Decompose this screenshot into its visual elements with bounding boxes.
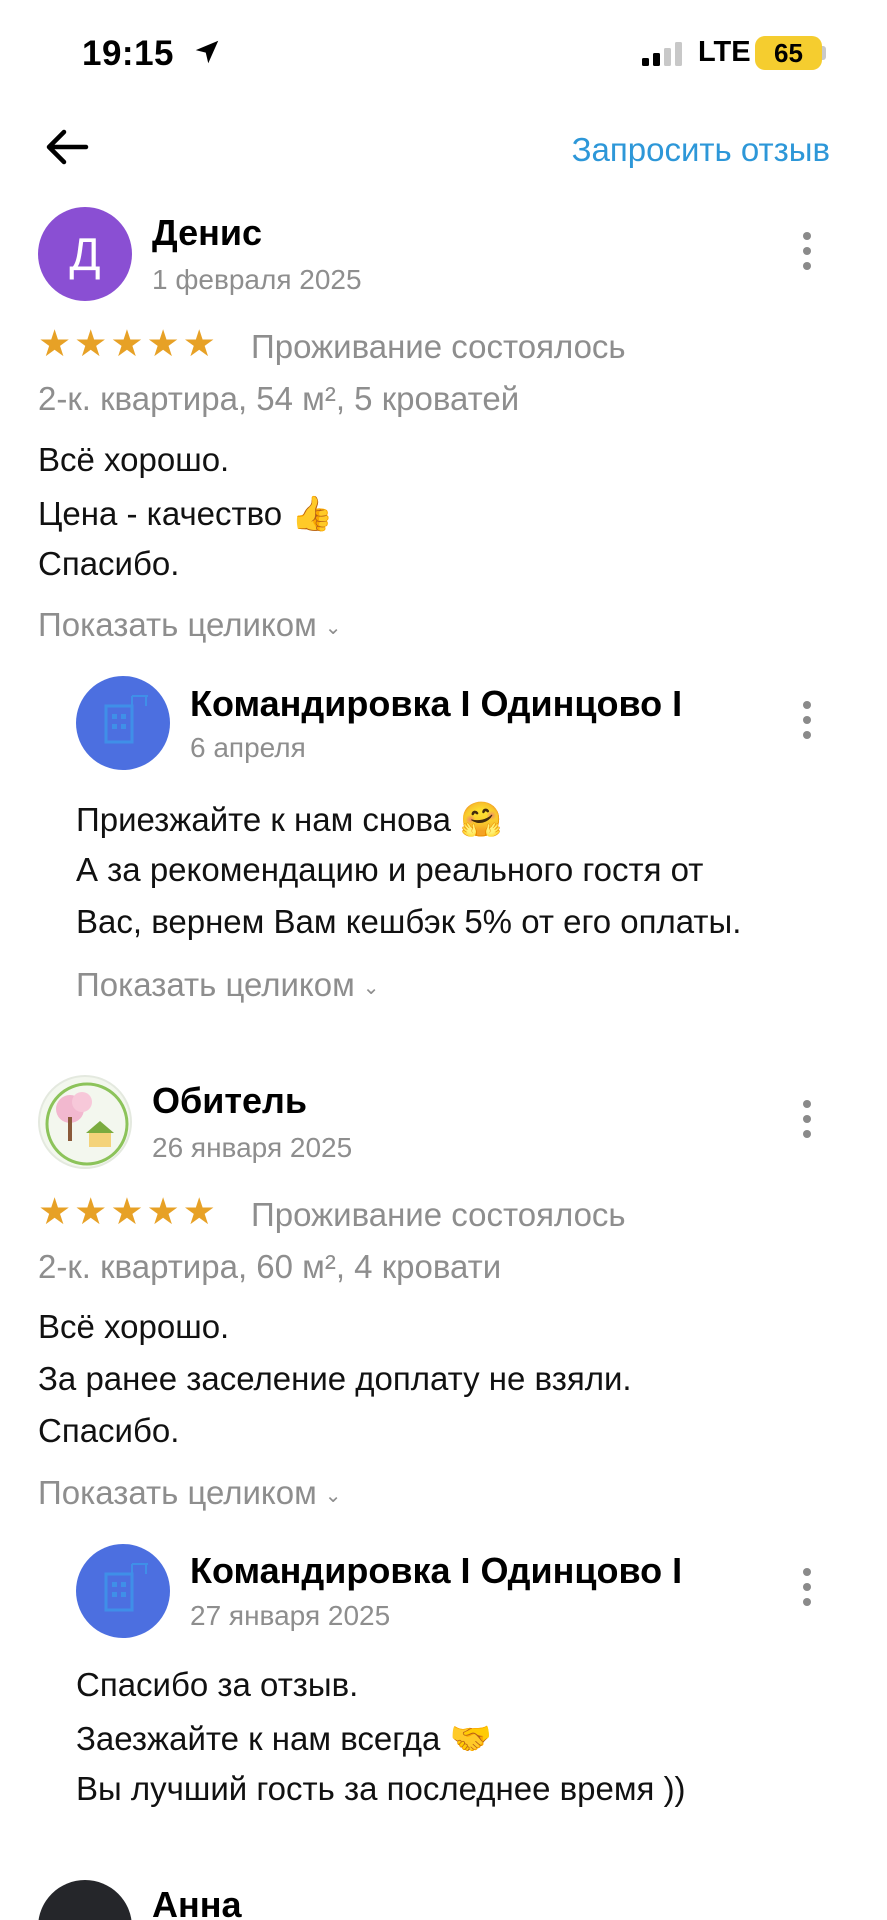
stay-status: Проживание состоялось (251, 328, 626, 365)
show-full-button[interactable]: Показать целиком ⌄ (38, 1474, 342, 1512)
chevron-down-icon: ⌄ (324, 1484, 342, 1507)
handshake-icon: 🤝 (449, 1720, 492, 1758)
signal-icon (642, 42, 682, 66)
review-text-line: Спасибо. (38, 545, 180, 582)
review-date: 1 февраля 2025 (152, 264, 362, 295)
more-options-icon[interactable] (795, 228, 819, 280)
request-review-link[interactable]: Запросить отзыв (572, 131, 830, 169)
review-text-line: Спасибо. (38, 1412, 180, 1449)
status-bar: 19:15 LTE 65 (0, 0, 887, 105)
show-full-label: Показать целиком (38, 1474, 317, 1511)
review-text-line: Всё хорошо. (38, 441, 230, 478)
status-time: 19:15 (82, 34, 175, 73)
review-text-line: Цена - качество 👍 (38, 494, 334, 534)
rating-stars: ★★★★★ (38, 1191, 219, 1232)
review-author[interactable]: Обитель (152, 1080, 307, 1122)
show-full-label: Показать целиком (76, 966, 355, 1003)
review-author[interactable]: Денис (152, 212, 262, 254)
apartment-info: 2-к. квартира, 60 м², 4 кровати (38, 1248, 502, 1285)
reply-text-line: Спасибо за отзыв. (76, 1666, 359, 1703)
location-arrow-icon (195, 40, 219, 64)
company-avatar[interactable] (76, 676, 170, 770)
review-text: Цена - качество (38, 495, 283, 532)
reply-text: Приезжайте к нам снова (76, 801, 452, 838)
review-author[interactable]: Анна (152, 1884, 242, 1920)
reply-text-line: Приезжайте к нам снова 🤗 (76, 800, 503, 840)
reply-date: 6 апреля (190, 732, 306, 763)
show-full-button[interactable]: Показать целиком ⌄ (38, 606, 342, 644)
reply-text-line: Заезжайте к нам всегда 🤝 (76, 1719, 492, 1759)
company-avatar[interactable] (76, 1544, 170, 1638)
more-options-icon[interactable] (795, 697, 819, 749)
reply-text: Заезжайте к нам всегда (76, 1720, 441, 1757)
battery-indicator: 65 (755, 36, 822, 70)
hugging-face-icon: 🤗 (460, 801, 503, 839)
review-date: 26 января 2025 (152, 1132, 353, 1163)
more-options-icon[interactable] (795, 1564, 819, 1616)
stay-status: Проживание состоялось (251, 1196, 626, 1233)
reply-text-line: А за рекомендацию и реального гостя от (76, 851, 704, 888)
battery-tip (822, 46, 826, 60)
avatar[interactable] (38, 1075, 132, 1169)
avatar-letter: Д (69, 228, 101, 280)
reply-date: 27 января 2025 (190, 1600, 391, 1631)
reply-text-line: Вы лучший гость за последнее время )) (76, 1770, 686, 1807)
thumbs-up-icon: 👍 (291, 495, 334, 533)
back-arrow-icon[interactable] (42, 122, 92, 172)
reply-text-line: Вас, вернем Вам кешбэк 5% от его оплаты. (76, 903, 742, 940)
network-type: LTE (698, 36, 751, 68)
building-icon (104, 695, 148, 744)
avatar[interactable] (38, 1880, 132, 1920)
chevron-down-icon: ⌄ (362, 976, 380, 999)
review-text-line: Всё хорошо. (38, 1308, 230, 1345)
reply-author[interactable]: Командировка I Одинцово I (190, 683, 682, 725)
more-options-icon[interactable] (795, 1096, 819, 1148)
show-full-label: Показать целиком (38, 606, 317, 643)
chevron-down-icon: ⌄ (324, 616, 342, 639)
show-full-button[interactable]: Показать целиком ⌄ (76, 966, 380, 1004)
avatar[interactable]: Д (38, 207, 132, 301)
house-blossom-icon (45, 1082, 129, 1166)
rating-stars: ★★★★★ (38, 323, 219, 364)
apartment-info: 2-к. квартира, 54 м², 5 кроватей (38, 380, 520, 417)
reply-author[interactable]: Командировка I Одинцово I (190, 1550, 682, 1592)
building-icon (104, 1563, 148, 1612)
review-text-line: За ранее заселение доплату не взяли. (38, 1360, 632, 1397)
